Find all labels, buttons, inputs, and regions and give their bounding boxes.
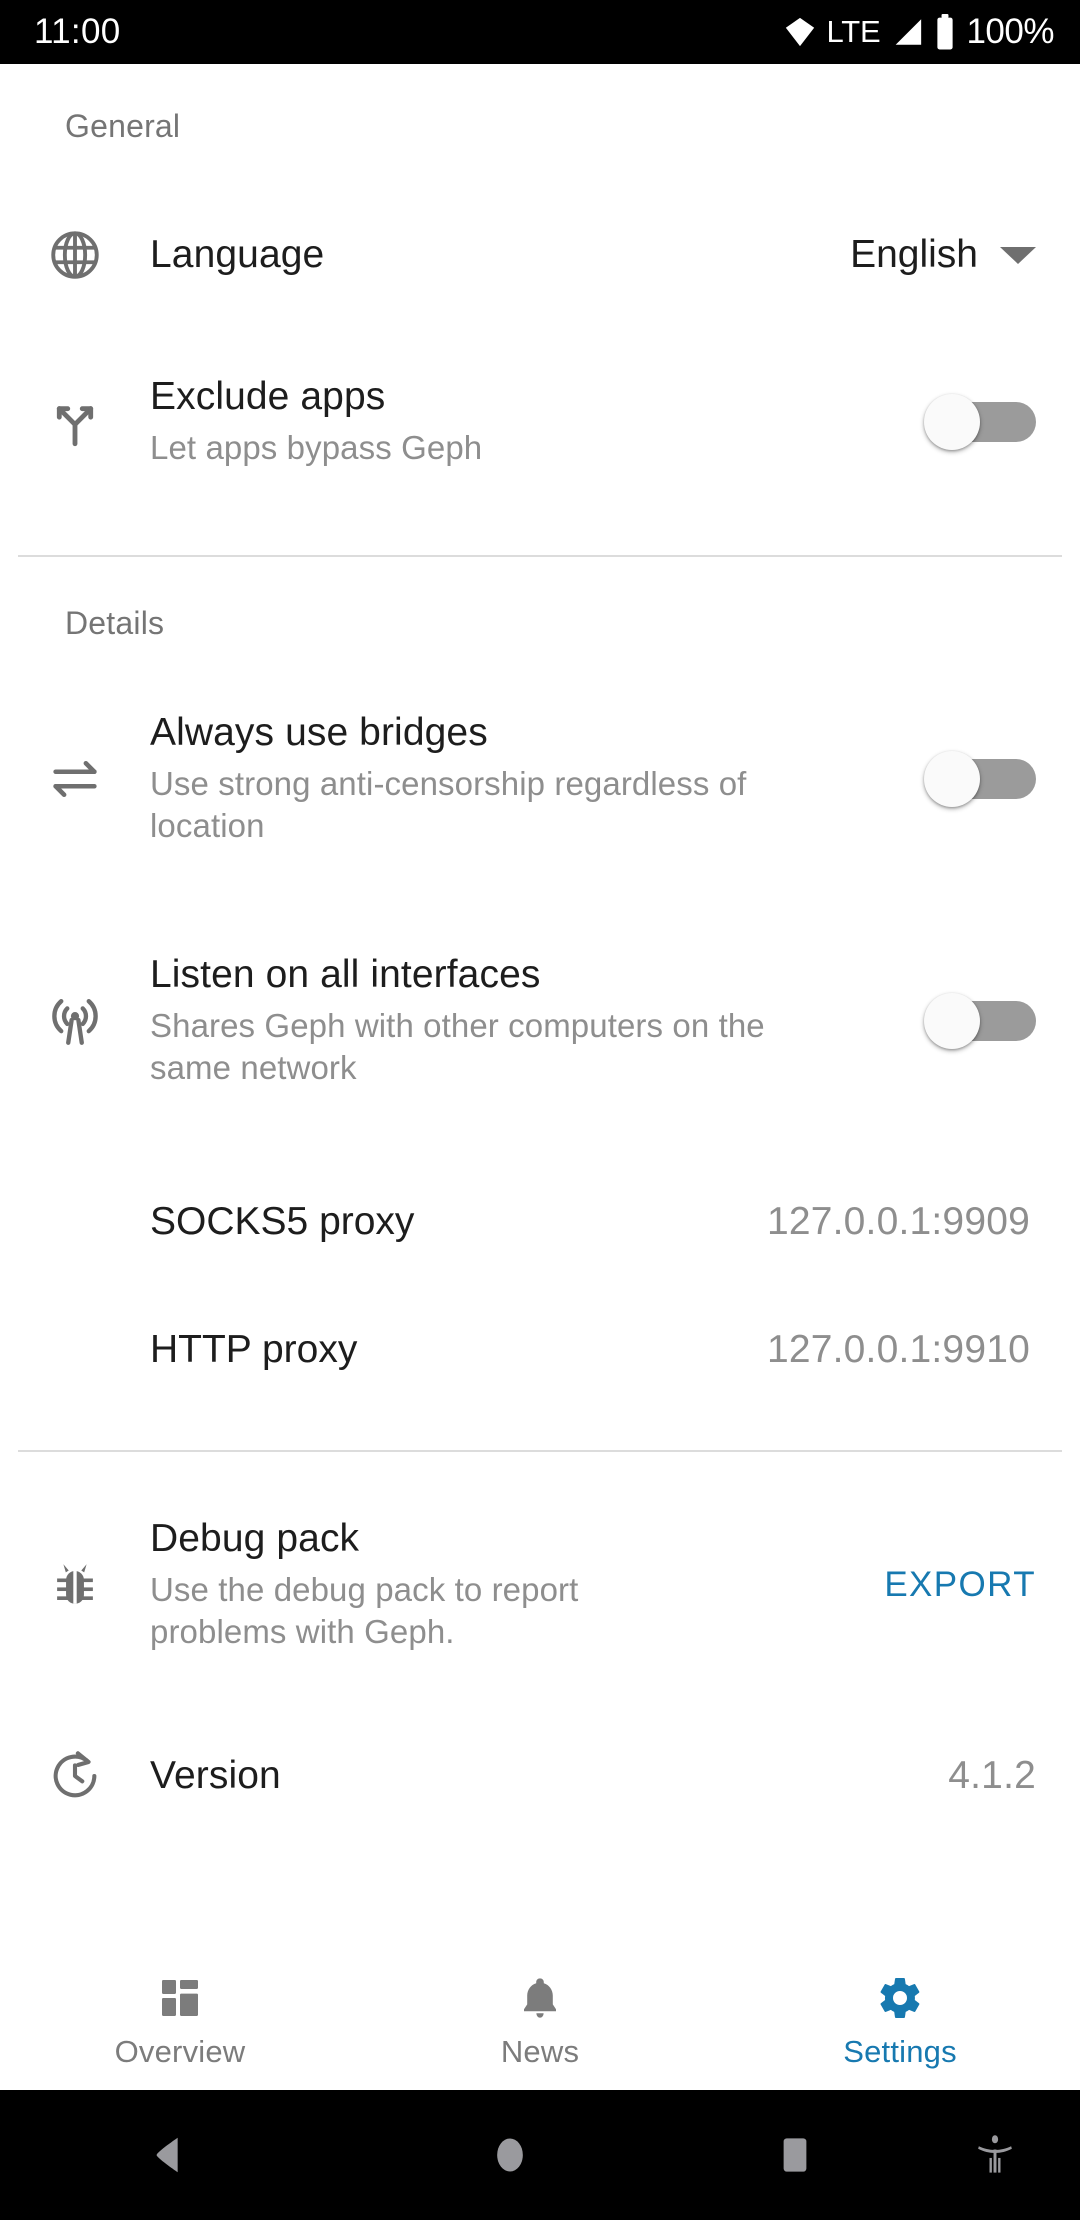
version-value-wrap: 4.1.2	[948, 1754, 1036, 1798]
battery-icon	[934, 14, 956, 50]
wifi-icon	[783, 15, 817, 49]
nav-tab-label: News	[500, 2034, 580, 2069]
setting-row-http-proxy[interactable]: HTTP proxy 127.0.0.1:9910	[0, 1290, 1080, 1410]
setting-title: Listen on all interfaces	[150, 952, 541, 996]
language-value: English	[850, 233, 978, 276]
home-circle-icon[interactable]	[340, 2133, 680, 2177]
toggle-knob	[924, 993, 980, 1049]
export-label[interactable]: EXPORT	[884, 1565, 1036, 1605]
toggle-switch-off[interactable]	[924, 993, 1036, 1049]
phone-screen: 11:00 LTE 100% General Language English …	[0, 0, 1080, 2220]
version-value: 4.1.2	[948, 1754, 1036, 1797]
setting-text-block: Language	[150, 233, 850, 277]
listen-all-interfaces-toggle[interactable]	[924, 993, 1036, 1049]
socks5-proxy-value: 127.0.0.1:9909	[766, 1200, 1030, 1243]
http-proxy-value: 127.0.0.1:9910	[766, 1328, 1030, 1371]
setting-text-block: Always use bridges Use strong anti-censo…	[150, 711, 924, 847]
setting-title: SOCKS5 proxy	[150, 1200, 415, 1243]
section-header-general: General	[65, 108, 181, 144]
setting-title: Exclude apps	[150, 375, 386, 419]
android-navigation-bar	[0, 2090, 1080, 2220]
section-divider	[18, 1450, 1062, 1452]
setting-row-listen-all-interfaces[interactable]: Listen on all interfaces Shares Geph wit…	[0, 926, 1080, 1116]
setting-title: HTTP proxy	[150, 1328, 358, 1371]
nav-tab-label: Settings	[843, 2034, 957, 2069]
toggle-switch-off[interactable]	[924, 394, 1036, 450]
network-type-label: LTE	[826, 14, 881, 49]
update-icon	[0, 1747, 150, 1805]
gear-icon	[876, 1974, 924, 2022]
setting-subtitle: Let apps bypass Geph	[150, 428, 483, 466]
setting-title: Debug pack	[150, 1516, 360, 1560]
dashboard-icon	[156, 1974, 204, 2022]
back-triangle-icon[interactable]	[0, 2132, 340, 2178]
toggle-knob	[924, 751, 980, 807]
call-split-icon	[0, 393, 150, 451]
accessibility-icon[interactable]	[910, 2133, 1080, 2177]
nav-tab-settings[interactable]: Settings	[720, 1974, 1080, 2070]
setting-row-debug-pack[interactable]: Debug pack Use the debug pack to report …	[0, 1490, 1080, 1680]
nav-tab-overview[interactable]: Overview	[0, 1974, 360, 2070]
setting-title: Always use bridges	[150, 710, 488, 754]
recents-square-icon[interactable]	[680, 2134, 910, 2176]
setting-subtitle: Use strong anti-censorship regardless of…	[150, 764, 747, 844]
exclude-apps-toggle[interactable]	[924, 394, 1036, 450]
setting-row-version: Version 4.1.2	[0, 1716, 1080, 1836]
setting-row-language[interactable]: Language English	[0, 191, 1080, 319]
section-header-details: Details	[65, 605, 165, 641]
setting-row-always-use-bridges[interactable]: Always use bridges Use strong anti-censo…	[0, 684, 1080, 874]
nav-tab-news[interactable]: News	[360, 1974, 720, 2070]
setting-row-socks5-proxy[interactable]: SOCKS5 proxy 127.0.0.1:9909	[0, 1162, 1080, 1282]
swap-horizontal-icon	[0, 750, 150, 808]
setting-title: Version	[150, 1754, 281, 1798]
always-use-bridges-toggle[interactable]	[924, 751, 1036, 807]
toggle-knob	[924, 394, 980, 450]
setting-title: Language	[150, 233, 325, 277]
language-dropdown[interactable]: English	[850, 233, 1036, 277]
globe-icon	[0, 226, 150, 284]
setting-text-block: Exclude apps Let apps bypass Geph	[150, 375, 924, 469]
status-bar: 11:00 LTE 100%	[0, 0, 1080, 64]
bug-icon	[0, 1556, 150, 1614]
status-clock: 11:00	[34, 12, 121, 51]
bottom-navigation-bar: Overview News Settings	[0, 1954, 1080, 2090]
setting-subtitle: Shares Geph with other computers on the …	[150, 1006, 765, 1086]
signal-icon	[890, 15, 924, 49]
setting-text-block: Listen on all interfaces Shares Geph wit…	[150, 953, 924, 1089]
bell-icon	[516, 1974, 564, 2022]
battery-percent-label: 100%	[966, 12, 1054, 51]
setting-row-exclude-apps[interactable]: Exclude apps Let apps bypass Geph	[0, 347, 1080, 497]
toggle-switch-off[interactable]	[924, 751, 1036, 807]
export-debug-pack-button[interactable]: EXPORT	[884, 1565, 1036, 1605]
setting-text-block: Debug pack Use the debug pack to report …	[150, 1517, 884, 1653]
status-indicators: LTE 100%	[783, 12, 1054, 52]
nav-tab-label: Overview	[114, 2034, 246, 2069]
setting-text-block: Version	[150, 1754, 948, 1798]
settings-scroll-area[interactable]: General Language English Exclude apps Le…	[0, 64, 1080, 1954]
chevron-down-icon	[1000, 246, 1036, 264]
broadcast-icon	[0, 992, 150, 1050]
language-dropdown-inner[interactable]: English	[850, 233, 1036, 277]
setting-subtitle: Use the debug pack to report problems wi…	[150, 1570, 579, 1650]
